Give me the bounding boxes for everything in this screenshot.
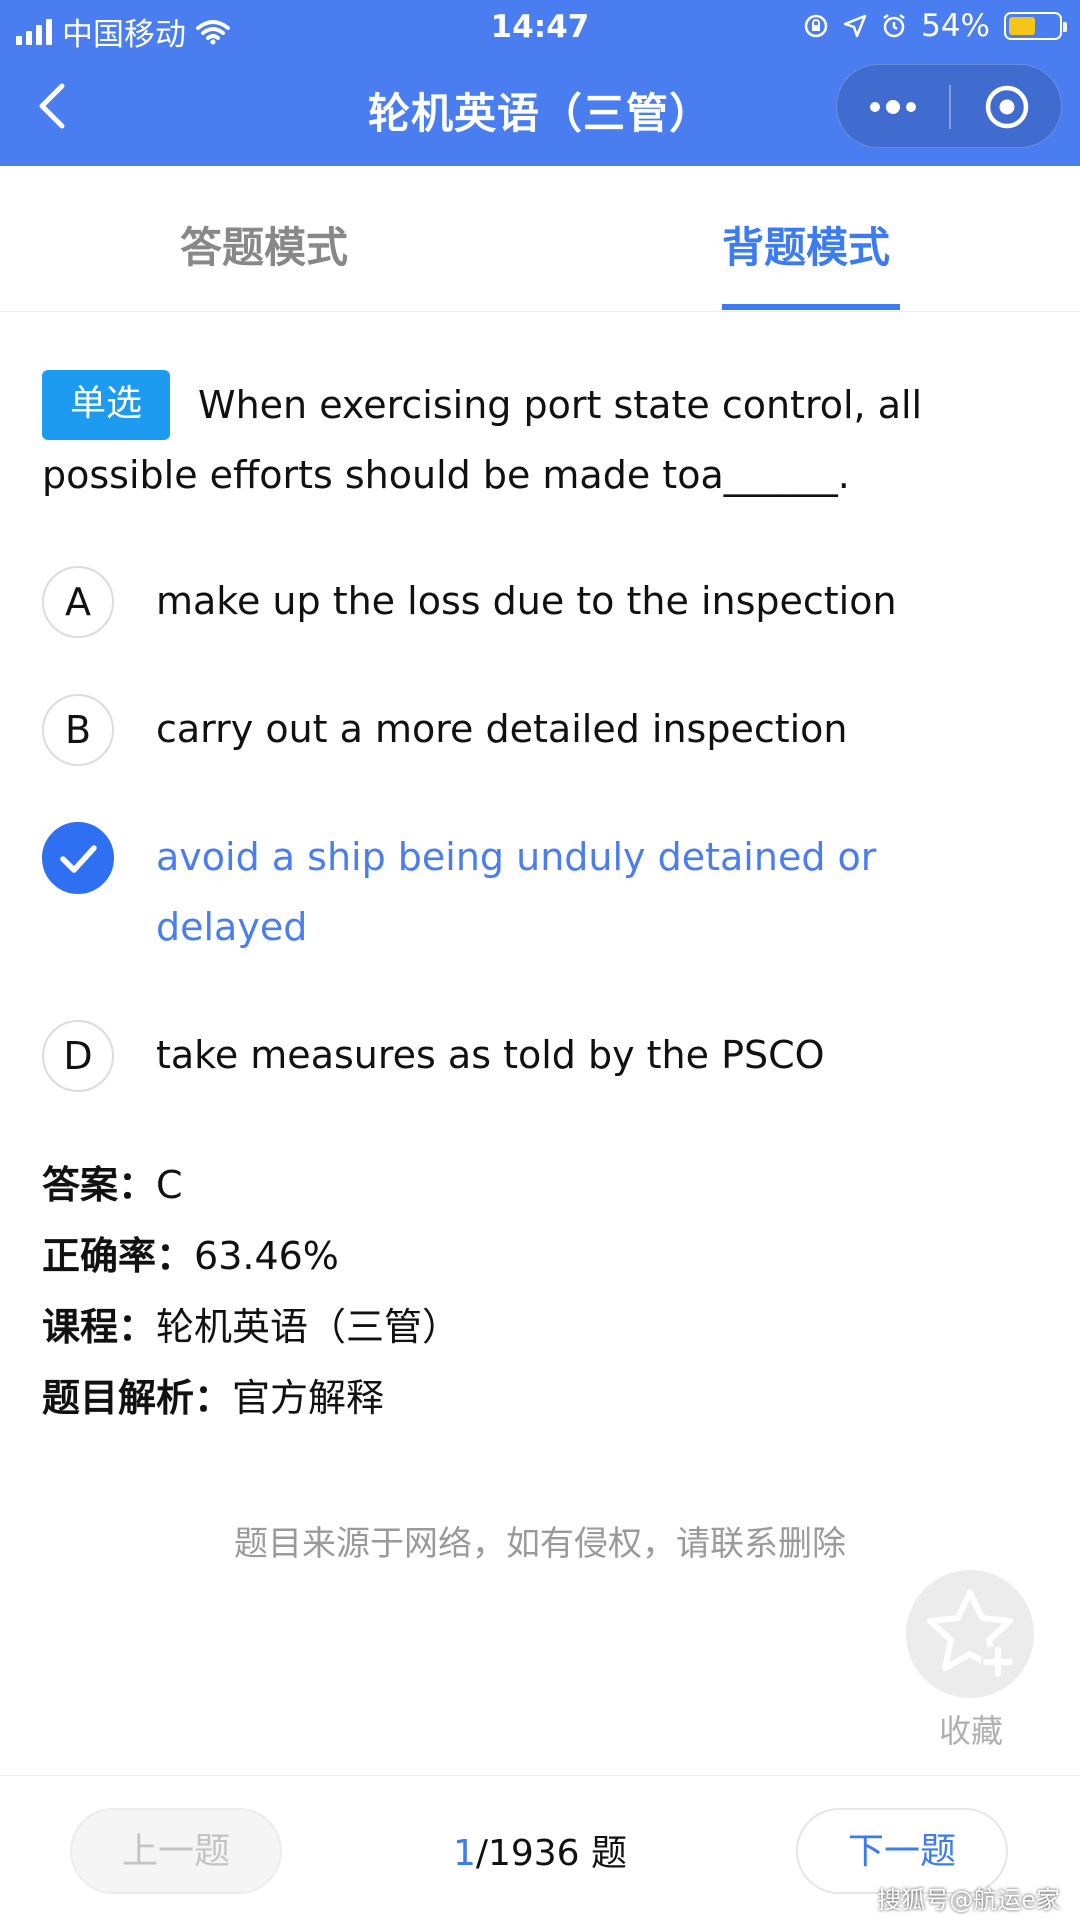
course-row: 课程：轮机英语（三管） [42, 1292, 460, 1363]
analysis-value: 官方解释 [232, 1376, 385, 1420]
tab-memorize-mode[interactable]: 背题模式 [722, 214, 890, 275]
favorite-circle [906, 1570, 1034, 1698]
battery-percent: 54% [921, 8, 990, 44]
favorite-button[interactable]: 收藏 [906, 1570, 1036, 1752]
answer-label: 答案： [42, 1163, 157, 1207]
location-icon [843, 14, 867, 38]
option-b-letter: B [42, 694, 114, 766]
accuracy-value: 63.46% [194, 1234, 339, 1278]
watermark: 搜狐号@航运e家 [877, 1886, 1060, 1914]
mini-program-capsule [836, 64, 1062, 148]
rotation-lock-icon [804, 14, 828, 38]
question: 单选 When exercising port state control, al… [42, 370, 1042, 510]
alarm-icon [883, 14, 905, 38]
analysis-label: 题目解析： [42, 1376, 233, 1420]
checkmark-icon [42, 822, 114, 894]
disclaimer-text: 题目来源于网络，如有侵权，请联系删除 [234, 1524, 846, 1564]
question-text: When exercising port state control, all … [42, 383, 923, 497]
active-tab-indicator [722, 304, 900, 310]
total-questions: /1936 题 [475, 1833, 628, 1874]
option-d-text: take measures as told by the PSCO [156, 1033, 825, 1077]
answer-row: 答案：C [42, 1150, 460, 1221]
current-question-number: 1 [452, 1833, 476, 1874]
answer-info: 答案：C 正确率：63.46% 课程：轮机英语（三管） 题目解析：官方解释 [42, 1150, 460, 1434]
option-b-text: carry out a more detailed inspection [156, 707, 848, 751]
check-glyph [60, 845, 97, 873]
option-c-text: avoid a ship being unduly detained or de… [156, 835, 877, 949]
answer-value: C [156, 1163, 183, 1207]
header: 中国移动 14:47 54% 轮机英语（三管） [0, 0, 1080, 166]
option-d-letter: D [42, 1020, 114, 1092]
mode-tabs: 答题模式 背题模式 [0, 166, 1080, 312]
option-a-letter: A [42, 566, 114, 638]
page: 中国移动 14:47 54% 轮机英语（三管） 答题模式 背题模式 单选 Whe… [0, 0, 1080, 1920]
tab-answer-mode[interactable]: 答题模式 [180, 214, 348, 275]
status-bar: 中国移动 14:47 54% [0, 0, 1080, 54]
question-type-badge: 单选 [42, 370, 171, 440]
target-icon [985, 85, 1029, 129]
course-label: 课程： [42, 1305, 157, 1349]
favorite-label: 收藏 [938, 1712, 1003, 1750]
analysis-row: 题目解析：官方解释 [42, 1363, 460, 1434]
more-button[interactable] [837, 65, 949, 149]
course-value: 轮机英语（三管） [156, 1305, 461, 1349]
close-mini-program-button[interactable] [951, 65, 1063, 149]
option-a-text: make up the loss due to the inspection [156, 579, 897, 623]
accuracy-row: 正确率：63.46% [42, 1221, 460, 1292]
more-dots-icon [870, 100, 916, 114]
battery-icon [1004, 12, 1067, 40]
star-add-icon [927, 1589, 1015, 1679]
nav-bar: 轮机英语（三管） [0, 54, 1080, 166]
accuracy-label: 正确率： [42, 1234, 195, 1278]
status-right: 54% [803, 8, 1067, 44]
battery-fill [1009, 17, 1035, 35]
